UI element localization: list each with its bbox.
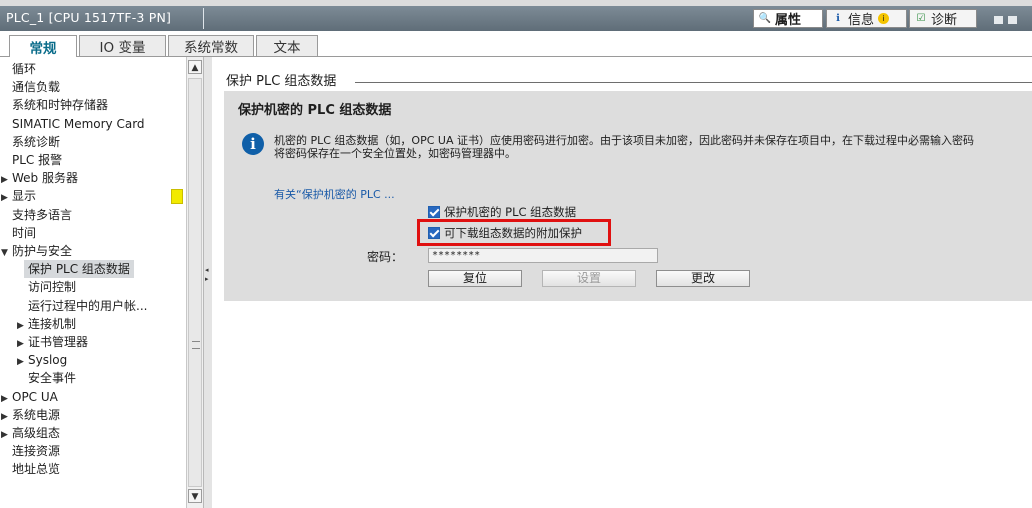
nav-item[interactable]: PLC 报警 [12,151,62,169]
expanded-arrow-icon[interactable]: ▼ [1,244,12,262]
change-button[interactable]: 更改 [656,270,750,287]
nav-item[interactable]: 循环 [12,60,36,78]
nav-item-label: 运行过程中的用户帐... [28,298,148,313]
scroll-down-icon[interactable]: ▼ [188,489,202,503]
selection-marker [171,189,183,204]
nav-item-label: 连接资源 [12,444,61,459]
tab-info-label: 信息 [848,13,875,28]
protection-panel: 保护机密的 PLC 组态数据 i 机密的 PLC 组态数据（如，OPC UA 证… [224,91,1032,301]
nav-item[interactable]: 运行过程中的用户帐... [28,297,147,315]
splitter-arrows-icon[interactable]: ◂ ▸ [205,266,209,284]
information-icon: i [242,133,264,155]
nav-item[interactable]: 访问控制 [28,278,76,296]
nav-scrollbar[interactable]: ▲ ▼ [186,57,204,508]
additional-protection-checkbox[interactable] [428,227,440,239]
additional-protection-checkbox-row[interactable]: 可下载组态数据的附加保护 [428,224,582,242]
main-content: 保护 PLC 组态数据 保护机密的 PLC 组态数据 i 机密的 PLC 组态数… [212,57,1032,508]
subtab-bar: 常规 IO 变量 系统常数 文本 [0,31,1032,57]
tab-properties[interactable]: 🔍 属性 [753,9,823,28]
collapsed-arrow-icon[interactable]: ▶ [1,189,12,207]
info-text: 机密的 PLC 组态数据（如，OPC UA 证书）应使用密码进行加密。由于该项目… [274,134,1032,160]
nav-item-label: SIMATIC Memory Card [12,116,145,131]
password-field[interactable]: ******** [428,248,658,263]
nav-item-label: Syslog [28,353,68,368]
nav-item[interactable]: 系统和时钟存储器 [12,96,108,114]
scroll-up-icon[interactable]: ▲ [188,60,202,74]
more-info-link[interactable]: 有关“保护机密的 PLC ... [274,186,395,202]
nav-item[interactable]: 通信负载 [12,78,60,96]
nav-item-label: 防护与安全 [12,244,73,258]
nav-item-label: OPC UA [12,389,58,404]
additional-protection-label: 可下载组态数据的附加保护 [444,226,582,240]
info-line-2: 将密码保存在一个安全位置处，如密码管理器中。 [274,147,516,160]
nav-item-label: 系统诊断 [12,134,61,149]
nav-item[interactable]: ▼ 防护与安全 [1,242,72,260]
subtab-general[interactable]: 常规 [9,35,77,57]
nav-item[interactable]: ▶ Syslog [17,351,67,369]
nav-item[interactable]: ▶ 证书管理器 [17,333,88,351]
section-divider [355,82,1032,83]
tab-diagnostics-label: 诊断 [931,13,958,28]
nav-item[interactable]: 支持多语言 [12,206,72,224]
nav-item-label: 访问控制 [28,280,77,295]
nav-item-label: Web 服务器 [12,171,78,186]
nav-item[interactable]: 地址总览 [12,460,60,478]
protect-config-checkbox[interactable] [428,206,440,218]
diagnostics-icon: ☑ [916,12,926,24]
nav-item[interactable]: SIMATIC Memory Card [12,115,145,133]
property-nav-tree: 循环通信负载系统和时钟存储器 SIMATIC Memory Card 系统诊断 PLC… [0,57,186,508]
collapsed-arrow-icon[interactable]: ▶ [1,426,12,444]
nav-item[interactable]: ▶ 高级组态 [1,424,60,442]
nav-item-label: 系统和时钟存储器 [12,98,109,113]
protect-config-label: 保护机密的 PLC 组态数据 [444,205,577,219]
nav-item[interactable]: 保护 PLC 组态数据 [24,260,134,279]
info-icon: ℹ [836,12,840,24]
window-controls[interactable] [994,13,1032,24]
info-line-1: 机密的 PLC 组态数据（如，OPC UA 证书）应使用密码进行加密。由于该项目… [274,134,974,147]
nav-item-label: 高级组态 [12,426,61,440]
inspector-title-bar: PLC_1 [CPU 1517TF-3 PN] 🔍 属性 ℹ 信息 i ☑ 诊断 [0,6,1032,31]
properties-icon: 🔍 [758,12,772,24]
nav-item[interactable]: ▶ OPC UA [1,388,58,406]
subtab-io-tags[interactable]: IO 变量 [79,35,166,56]
subtab-texts[interactable]: 文本 [256,35,318,56]
window-title: PLC_1 [CPU 1517TF-3 PN] [6,10,172,25]
tab-info[interactable]: ℹ 信息 i [826,9,907,28]
nav-item-label: 证书管理器 [28,335,89,349]
nav-item-label: 显示 [12,189,37,204]
info-status-icon: i [878,13,890,24]
subtab-system-constants[interactable]: 系统常数 [168,35,254,56]
tab-diagnostics[interactable]: ☑ 诊断 [909,9,977,28]
collapsed-arrow-icon[interactable]: ▶ [17,353,28,371]
minimize-icon[interactable] [1008,16,1017,24]
section-title: 保护 PLC 组态数据 [226,74,337,89]
nav-item-label: 安全事件 [28,371,77,386]
nav-item[interactable]: 连接资源 [12,442,60,460]
panel-heading: 保护机密的 PLC 组态数据 [238,103,392,118]
nav-item[interactable]: 安全事件 [28,369,76,387]
title-separator [203,8,204,29]
nav-item[interactable]: ▶ 连接机制 [17,315,76,333]
tab-properties-label: 属性 [775,13,802,28]
reset-button[interactable]: 复位 [428,270,522,287]
nav-item[interactable]: 系统诊断 [12,133,60,151]
nav-item[interactable]: ▶ 系统电源 [1,406,60,424]
password-label: 密码： [367,250,404,264]
nav-item-label: 地址总览 [12,462,61,477]
set-button[interactable]: 设置 [542,270,636,287]
nav-item-label: 通信负载 [12,80,61,95]
nav-item[interactable]: ▶ 显示 [1,187,36,205]
nav-item-label: 循环 [12,62,37,76]
scroll-thumb[interactable] [188,78,202,487]
nav-item-label: 连接机制 [28,316,77,331]
nav-item-label: 系统电源 [12,407,61,422]
nav-item[interactable]: ▶ Web 服务器 [1,169,78,187]
nav-item[interactable]: 时间 [12,224,36,242]
nav-item-label: 支持多语言 [12,207,73,222]
nav-item-label: PLC 报警 [12,153,63,167]
nav-item-label: 保护 PLC 组态数据 [28,262,130,277]
restore-icon[interactable] [994,16,1003,24]
grip-icon [192,341,200,349]
nav-item-label: 时间 [12,225,37,240]
